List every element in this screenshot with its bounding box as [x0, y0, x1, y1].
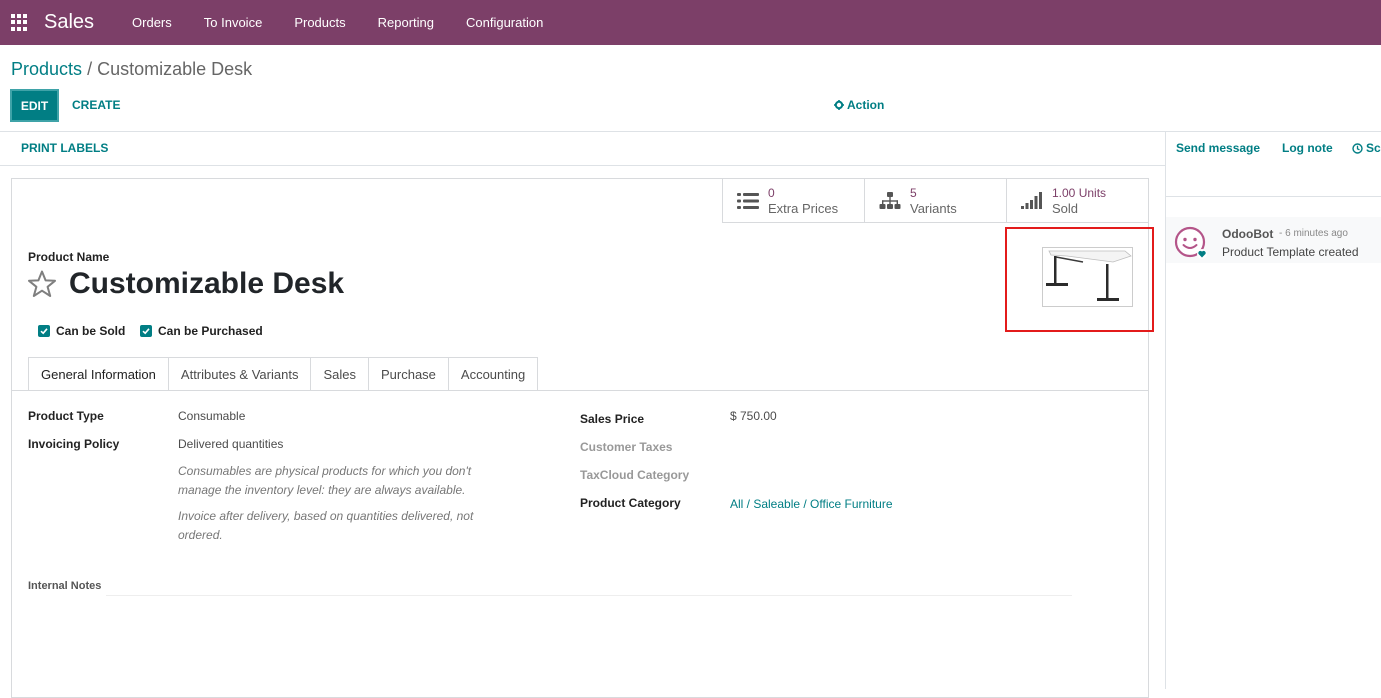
sold-button[interactable]: 1.00 Units Sold: [1006, 179, 1148, 223]
internal-notes-label: Internal Notes: [28, 580, 102, 592]
message-body: Product Template created: [1222, 245, 1359, 259]
checkmark-icon: [142, 328, 150, 335]
can-be-purchased-label: Can be Purchased: [158, 324, 263, 338]
smart-button-box: 0 Extra Prices 5 Variants 1.00 Units Sol…: [722, 179, 1148, 223]
top-navbar: Sales Orders To Invoice Products Reporti…: [0, 0, 1381, 45]
product-category-label: Product Category: [580, 496, 681, 510]
form-tabs: General Information Attributes & Variant…: [28, 357, 539, 391]
taxcloud-category-label: TaxCloud Category: [580, 468, 690, 482]
action-dropdown[interactable]: Action: [834, 98, 884, 112]
variants-count: 5: [910, 186, 917, 200]
sales-price-label: Sales Price: [580, 412, 645, 426]
nav-configuration[interactable]: Configuration: [450, 15, 559, 30]
consumable-help-text: Consumables are physical products for wh…: [178, 464, 472, 497]
can-be-purchased-checkbox[interactable]: [140, 325, 152, 337]
breadcrumb-current: Customizable Desk: [97, 59, 253, 79]
variants-label: Variants: [910, 201, 957, 216]
list-icon: [737, 193, 759, 209]
message-date: - 6 minutes ago: [1279, 228, 1348, 239]
form-sheet: 0 Extra Prices 5 Variants 1.00 Units Sol…: [11, 178, 1154, 698]
variants-button[interactable]: 5 Variants: [864, 179, 1006, 223]
apps-menu-icon[interactable]: [11, 13, 29, 32]
internal-notes-field[interactable]: [106, 595, 1072, 596]
clock-icon: [1352, 142, 1363, 154]
invoicing-policy-label: Invoicing Policy: [28, 437, 120, 451]
print-labels-button[interactable]: PRINT LABELS: [21, 141, 108, 155]
product-name[interactable]: Customizable Desk: [69, 267, 344, 301]
nav-orders[interactable]: Orders: [116, 15, 188, 30]
gear-icon: [834, 100, 844, 110]
can-be-sold-label: Can be Sold: [56, 324, 126, 338]
app-name[interactable]: Sales: [44, 11, 94, 34]
tab-purchase[interactable]: Purchase: [368, 357, 449, 391]
breadcrumb-separator: /: [87, 59, 93, 79]
divider: [0, 131, 1381, 132]
odoobot-avatar: [1174, 226, 1207, 259]
extra-prices-count: 0: [768, 186, 775, 200]
tab-accounting[interactable]: Accounting: [448, 357, 539, 391]
nav-to-invoice[interactable]: To Invoice: [188, 15, 279, 30]
product-type-value[interactable]: Consumable: [178, 409, 245, 423]
breadcrumb-products-link[interactable]: Products: [11, 59, 82, 79]
message-author[interactable]: OdooBot: [1222, 227, 1273, 241]
product-type-label: Product Type: [28, 409, 104, 423]
can-be-sold-field: Can be Sold: [38, 324, 125, 338]
tab-sales[interactable]: Sales: [311, 357, 369, 391]
can-be-purchased-field: Can be Purchased: [140, 324, 263, 338]
checkmark-icon: [40, 328, 48, 335]
divider: [0, 165, 1165, 166]
tab-general-information[interactable]: General Information: [28, 357, 169, 391]
log-note-button[interactable]: Log note: [1282, 141, 1333, 155]
nav-products[interactable]: Products: [278, 15, 361, 30]
desk-image-icon: [1046, 250, 1132, 301]
divider: [1166, 196, 1381, 197]
product-name-label: Product Name: [28, 250, 110, 264]
extra-prices-button[interactable]: 0 Extra Prices: [722, 179, 864, 223]
sitemap-icon: [879, 192, 901, 209]
edit-button[interactable]: EDIT: [10, 89, 59, 122]
tabs-divider: [12, 390, 1148, 391]
invoice-help-text: Invoice after delivery, based on quantit…: [178, 509, 474, 542]
create-button[interactable]: CREATE: [72, 98, 120, 112]
action-label: Action: [847, 98, 885, 112]
sold-label: Sold: [1052, 201, 1079, 216]
invoicing-policy-value[interactable]: Delivered quantities: [178, 437, 283, 451]
can-be-sold-checkbox[interactable]: [38, 325, 50, 337]
product-category-link[interactable]: All / Saleable / Office Furniture: [730, 497, 893, 511]
customer-taxes-label: Customer Taxes: [580, 440, 673, 454]
breadcrumb: Products / Customizable Desk: [11, 59, 252, 80]
sales-price-value[interactable]: $ 750.00: [730, 409, 777, 423]
signal-icon: [1021, 192, 1042, 209]
tab-attributes-variants[interactable]: Attributes & Variants: [168, 357, 312, 391]
sold-quantity: 1.00 Units: [1052, 186, 1107, 200]
favorite-star-icon[interactable]: [27, 270, 57, 298]
schedule-activity-label: Sc: [1366, 141, 1381, 155]
send-message-button[interactable]: Send message: [1176, 141, 1260, 155]
chatter-divider: [1165, 131, 1166, 689]
nav-reporting[interactable]: Reporting: [362, 15, 450, 30]
extra-prices-label: Extra Prices: [768, 201, 839, 216]
schedule-activity-button[interactable]: Sc: [1352, 141, 1381, 155]
product-image[interactable]: [1042, 247, 1133, 307]
